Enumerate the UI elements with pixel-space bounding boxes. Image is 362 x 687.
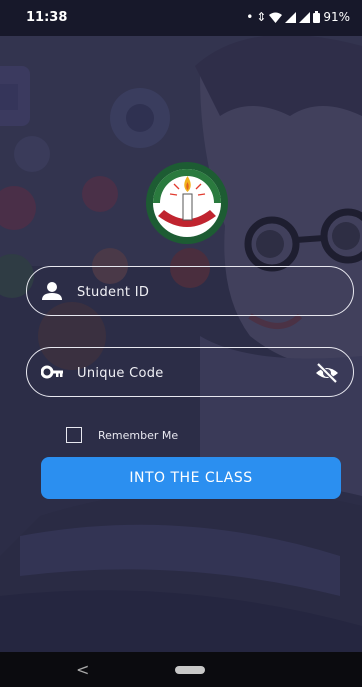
notification-dot-icon: •	[246, 10, 254, 24]
eye-off-icon[interactable]	[315, 362, 339, 384]
remember-me-label: Remember Me	[98, 428, 179, 442]
status-time: 11:38	[26, 10, 68, 25]
remember-me-checkbox[interactable]	[66, 427, 82, 443]
navigation-bar: <	[0, 652, 362, 687]
unique-code-field[interactable]	[26, 347, 354, 398]
signal-icon	[299, 11, 311, 23]
remember-me-option[interactable]: Remember Me	[66, 426, 178, 444]
back-icon[interactable]: <	[76, 660, 89, 679]
vibrate-icon: ⇕	[256, 10, 267, 24]
student-id-field[interactable]	[26, 266, 354, 317]
signal-icon	[285, 11, 297, 23]
status-icons: • ⇕ 91%	[246, 10, 350, 24]
person-icon	[42, 282, 62, 300]
key-icon	[41, 365, 63, 379]
login-screen: 11:38 • ⇕ 91% Student ID Remember Me INT…	[0, 0, 362, 687]
battery-level: 91%	[323, 10, 350, 24]
into-the-class-button[interactable]: INTO THE CLASS	[41, 457, 341, 499]
status-bar: 11:38 • ⇕ 91%	[0, 0, 362, 36]
wifi-icon	[269, 12, 283, 23]
school-logo	[146, 162, 228, 244]
unique-code-input[interactable]	[75, 348, 319, 398]
battery-icon	[313, 11, 321, 23]
background-illustration	[0, 36, 362, 652]
home-pill-icon[interactable]	[175, 666, 205, 674]
student-id-input[interactable]	[75, 267, 319, 317]
